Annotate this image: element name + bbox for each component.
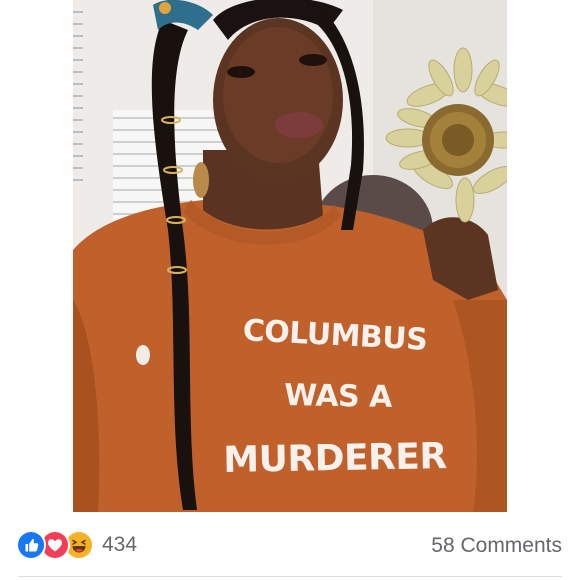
post-photo[interactable]: COLUMBUS WAS A MURDERER (73, 0, 507, 512)
post-footer: 434 58 Comments (0, 520, 580, 568)
shirt-text-line-3: MURDERER (223, 436, 447, 481)
like-icon (16, 530, 46, 560)
comments-count-link[interactable]: 58 Comments (431, 534, 562, 558)
divider (18, 576, 562, 577)
facebook-post: COLUMBUS WAS A MURDERER 434 58 Comments (0, 0, 580, 580)
reaction-count: 434 (102, 533, 138, 556)
shirt-text-line-2: WAS A (283, 378, 393, 415)
reactions-summary[interactable]: 434 (16, 530, 138, 560)
